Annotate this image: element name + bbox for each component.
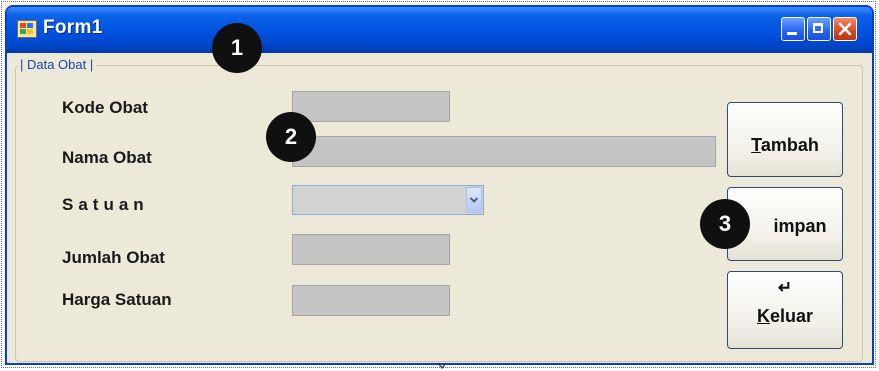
kode-obat-label: Kode Obat [62, 98, 148, 117]
harga-satuan-label: Harga Satuan [62, 290, 172, 309]
satuan-combobox[interactable] [292, 185, 484, 215]
maximize-button[interactable] [807, 17, 831, 41]
resize-handle-icon[interactable] [437, 362, 447, 370]
minimize-icon [787, 32, 797, 35]
keluar-button[interactable]: ↵ Keluar [727, 271, 843, 349]
enter-arrow-icon: ↵ [777, 278, 793, 297]
minimize-button[interactable] [781, 17, 805, 41]
combobox-dropdown-button[interactable] [466, 187, 482, 213]
satuan-label: Satuan [62, 195, 149, 214]
close-icon [838, 22, 852, 36]
jumlah-obat-input[interactable] [292, 234, 450, 265]
title-bar[interactable]: Form1 [7, 7, 872, 53]
callout-badge-3: 3 [700, 199, 750, 249]
app-icon [17, 20, 37, 38]
callout-badge-2: 2 [266, 112, 316, 162]
tambah-button[interactable]: Tambah [727, 102, 843, 177]
kode-obat-input[interactable] [292, 91, 450, 122]
jumlah-obat-label: Jumlah Obat [62, 248, 165, 267]
tambah-button-label: Tambah [751, 135, 819, 155]
nama-obat-label: Nama Obat [62, 148, 152, 167]
keluar-button-label: Keluar [756, 306, 814, 326]
maximize-icon [813, 23, 823, 33]
nama-obat-input[interactable] [292, 136, 716, 167]
callout-badge-1: 1 [212, 23, 262, 73]
close-button[interactable] [833, 17, 857, 41]
form-window: Form1 | Data Obat | Kode Obat Nama Obat … [5, 5, 874, 365]
groupbox-legend: | Data Obat | [17, 58, 97, 72]
chevron-down-icon [469, 197, 479, 203]
window-title: Form1 [43, 17, 103, 38]
harga-satuan-input[interactable] [292, 285, 450, 316]
